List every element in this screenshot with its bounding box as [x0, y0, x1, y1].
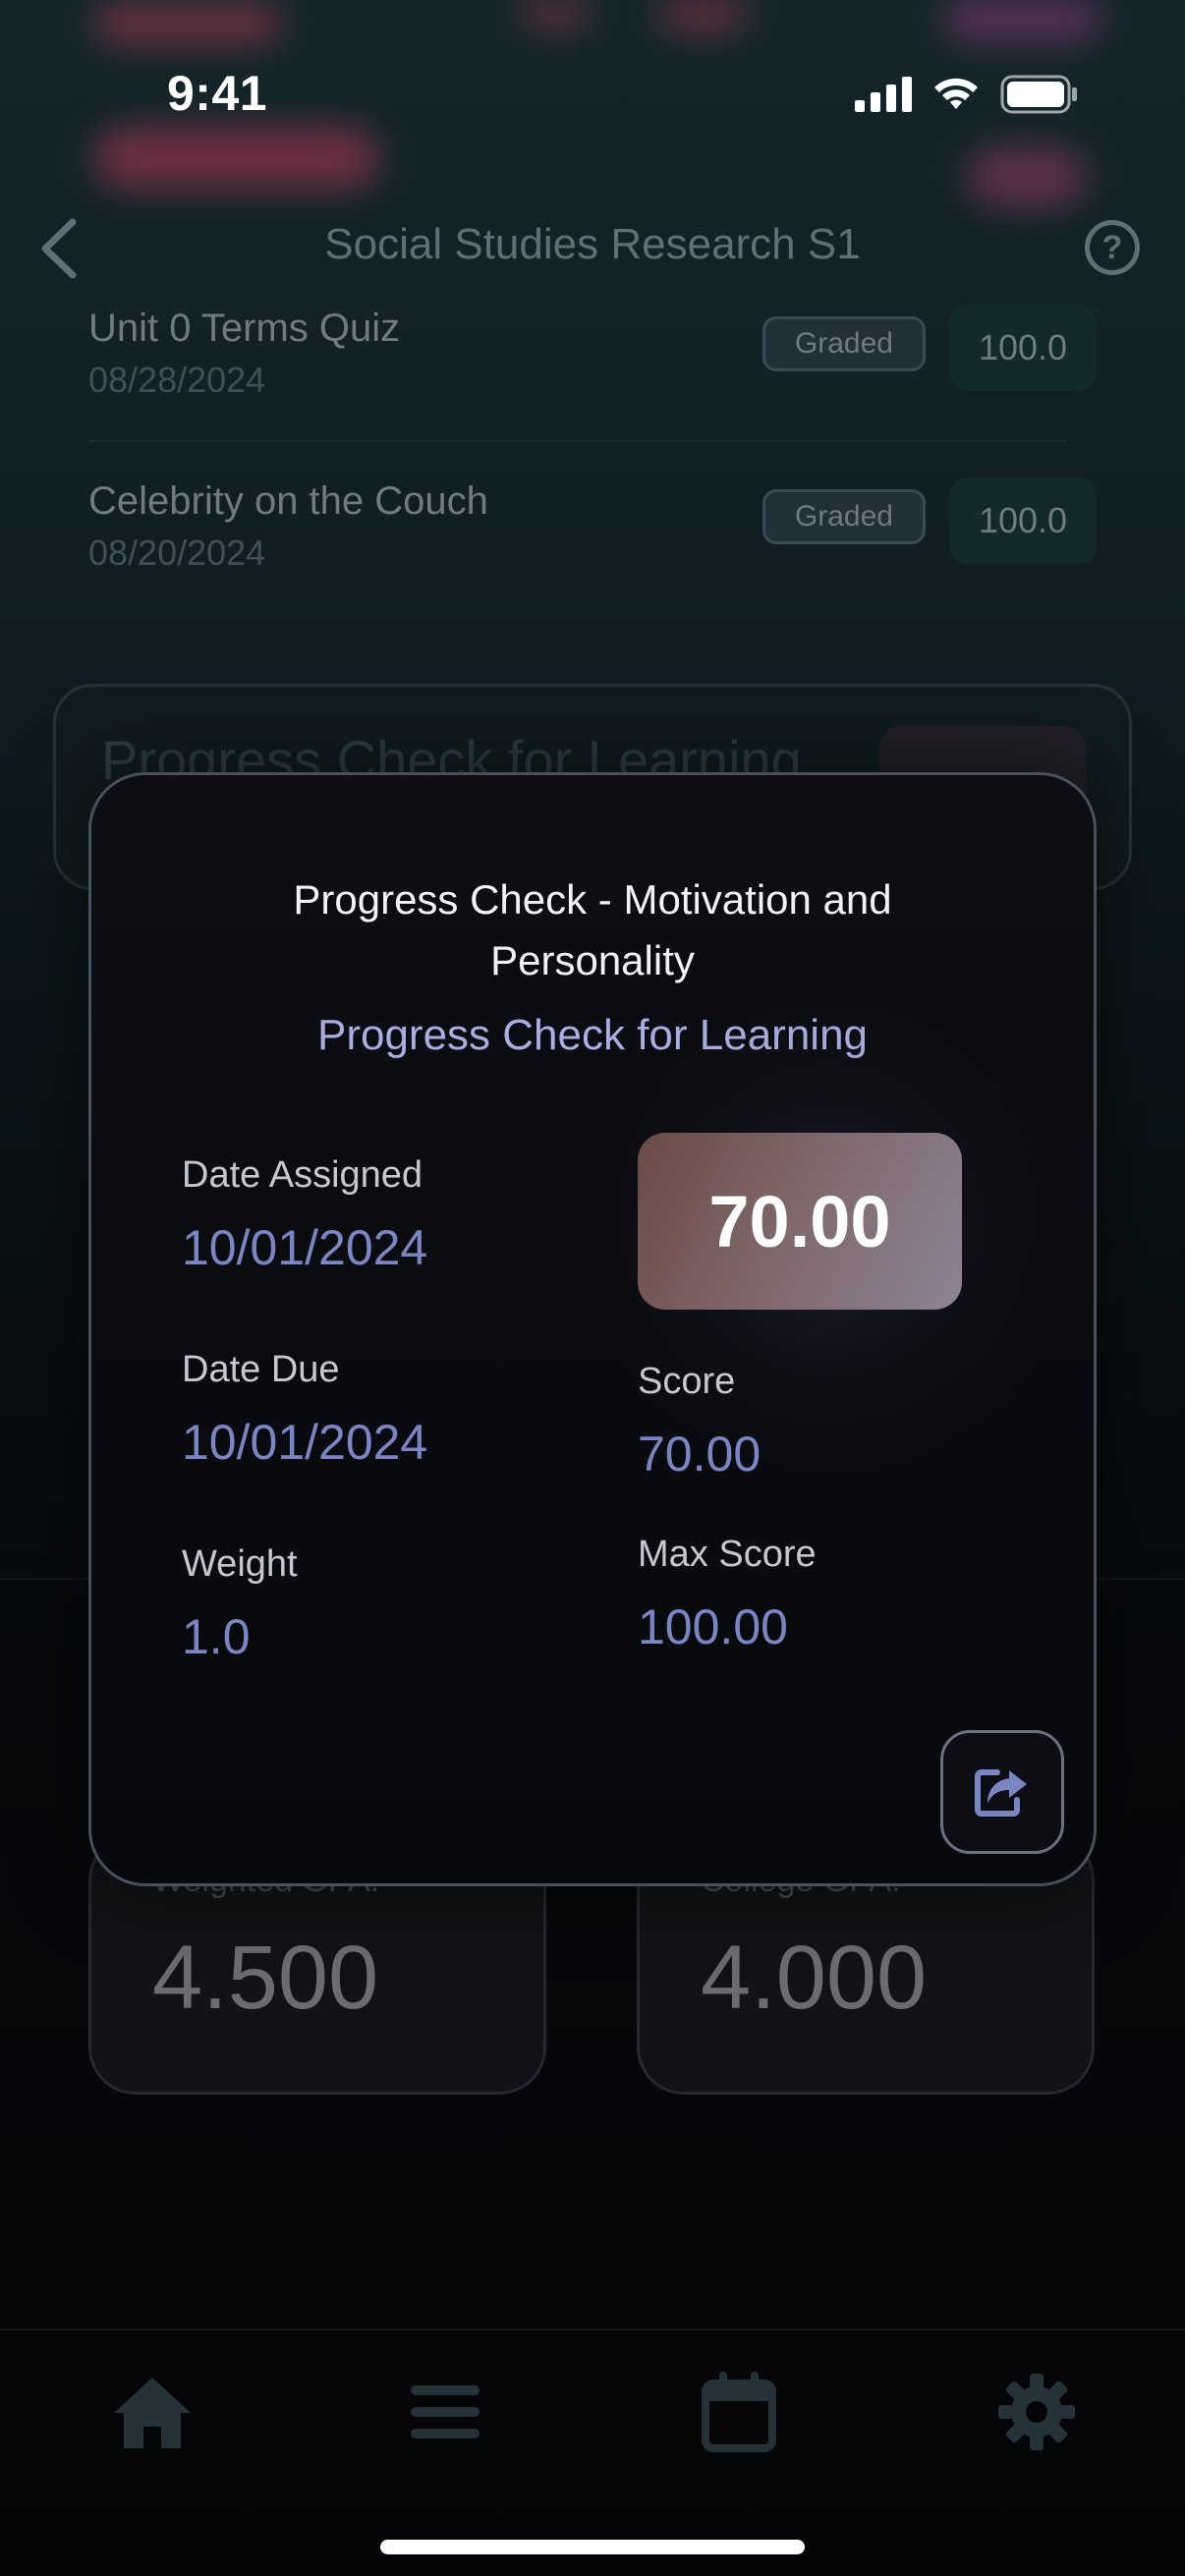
blurred-decoration: [94, 128, 379, 189]
status-badge: Graded: [762, 316, 926, 371]
menu-icon: [411, 2385, 480, 2438]
blurred-decoration: [658, 0, 747, 29]
tab-settings[interactable]: [992, 2368, 1081, 2456]
weight-value: 1.0: [182, 1609, 251, 1664]
blurred-decoration: [943, 0, 1100, 39]
modal-title: Progress Check - Motivation and Personal…: [293, 876, 892, 983]
assignment-title: Unit 0 Terms Quiz: [88, 307, 401, 350]
blurred-decoration: [94, 4, 281, 43]
score-value: 70.00: [638, 1427, 762, 1482]
assignment-row[interactable]: Celebrity on the Couch 08/20/2024 Graded…: [88, 477, 1097, 588]
help-icon[interactable]: ?: [1085, 220, 1140, 275]
assignment-row[interactable]: Unit 0 Terms Quiz 08/28/2024 Graded 100.…: [88, 305, 1097, 415]
wifi-icon: [934, 78, 978, 109]
date-assigned-value: 10/01/2024: [182, 1220, 428, 1275]
page-title: Social Studies Research S1: [324, 220, 861, 268]
battery-icon: [1000, 75, 1077, 114]
date-assigned-label: Date Assigned: [182, 1154, 423, 1196]
date-due-label: Date Due: [182, 1349, 340, 1390]
tab-calendar[interactable]: [696, 2368, 784, 2456]
assignment-score: 100.0: [949, 477, 1097, 564]
assignment-date: 08/20/2024: [88, 532, 266, 573]
tab-home[interactable]: [108, 2368, 197, 2456]
share-button[interactable]: [940, 1730, 1064, 1854]
status-time: 9:41: [167, 66, 268, 121]
share-icon: [975, 1769, 1027, 1817]
cellular-signal-icon: [855, 77, 912, 112]
status-icons: [855, 75, 1079, 114]
blurred-decoration: [521, 0, 590, 26]
gear-icon: [998, 2374, 1075, 2450]
blurred-decoration: [968, 147, 1086, 206]
home-indicator[interactable]: [380, 2540, 805, 2554]
score-display: 70.00: [638, 1133, 962, 1310]
weight-label: Weight: [182, 1543, 298, 1585]
assignment-title: Celebrity on the Couch: [88, 479, 488, 523]
tab-bar-divider: [0, 2328, 1185, 2330]
assignment-score: 100.0: [949, 305, 1097, 391]
weighted-gpa-value: 4.500: [152, 1928, 379, 2028]
date-due-value: 10/01/2024: [182, 1415, 428, 1470]
tab-list[interactable]: [401, 2368, 489, 2456]
assignment-detail-modal: Progress Check - Motivation and Personal…: [88, 772, 1097, 1886]
calendar-icon: [702, 2372, 776, 2452]
home-icon: [114, 2378, 191, 2448]
assignment-date: 08/28/2024: [88, 360, 266, 400]
app-screen: 9:41 Social Studies Research S1 ? Unit 0…: [0, 0, 1185, 2576]
max-score-label: Max Score: [638, 1534, 817, 1575]
college-gpa-value: 4.000: [701, 1928, 928, 2028]
score-label: Score: [638, 1361, 736, 1402]
status-badge: Graded: [762, 489, 926, 544]
row-divider: [88, 440, 1067, 442]
max-score-value: 100.00: [638, 1599, 788, 1654]
